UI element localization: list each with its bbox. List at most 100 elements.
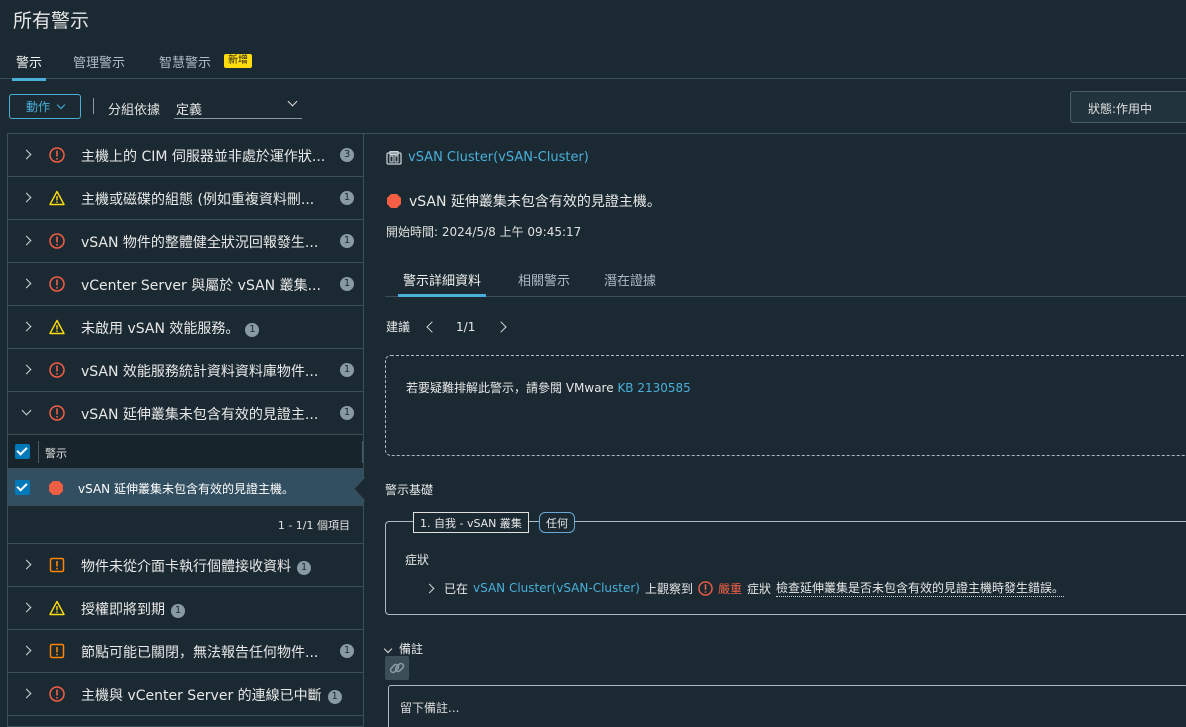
critical-alert-icon	[698, 580, 713, 596]
alarm-group-row[interactable]: 主機或磁碟的組態 (例如重複資料刪... 1	[8, 177, 363, 220]
table-row[interactable]: vSAN 延伸叢集未包含有效的見證主機。	[8, 469, 363, 506]
actions-button[interactable]: 動作	[9, 94, 81, 119]
count-badge: 1	[340, 406, 354, 420]
cluster-icon	[386, 150, 402, 165]
alarm-group-label: vSAN 物件的整體健全狀況回報發生...	[81, 235, 319, 251]
alarm-group-row[interactable]: vSAN 物件的整體健全狀況回報發生... 1	[8, 220, 363, 263]
chevron-down-icon[interactable]	[21, 405, 32, 416]
chevron-right-icon[interactable]	[424, 583, 435, 593]
link-button[interactable]	[385, 656, 409, 680]
alarm-group-label: 未啟用 vSAN 效能服務。 1	[81, 318, 260, 338]
notes-input[interactable]	[388, 685, 1186, 727]
sub-table-header: 警示	[8, 435, 363, 469]
chevron-right-icon[interactable]	[21, 602, 32, 613]
group-by-select[interactable]: 定義	[174, 95, 302, 119]
chevron-down-icon	[56, 100, 66, 110]
basis-scope-chip: 1. 自我 - vSAN 叢集	[413, 512, 529, 533]
new-badge: 新增	[224, 54, 252, 68]
symptom-object-link[interactable]: vSAN Cluster(vSAN-Cluster)	[473, 581, 640, 595]
pagination-text: 1 - 1/1 個項目	[277, 519, 350, 532]
select-all-checkbox[interactable]	[15, 444, 30, 459]
symptom-severity: 嚴重	[717, 581, 742, 596]
recommendation-text: 若要疑難排解此警示，請參閱 VMware KB 2130585	[406, 379, 691, 396]
alarm-group-row[interactable]: 主機上的 CIM 伺服器並非處於運作狀... 3	[8, 134, 363, 177]
recommendation-pager: 建議 1/1	[386, 318, 507, 335]
count-badge: 1	[327, 690, 342, 704]
critical-alert-icon	[49, 405, 65, 421]
warning-triangle-icon	[49, 600, 65, 616]
group-by-value: 定義	[176, 103, 203, 118]
symptom-definition[interactable]: 檢查延伸叢集是否未包含有效的見證主機時發生錯誤。	[776, 579, 1065, 597]
alarm-group-row[interactable]: vCenter Server 與屬於 vSAN 叢集... 1	[8, 263, 363, 306]
alarm-group-label: 節點可能已關閉，無法報告任何物件...	[81, 645, 319, 661]
alarm-group-label: 授權即將到期 1	[81, 599, 185, 619]
alarm-detail-panel: vSAN Cluster(vSAN-Cluster) vSAN 延伸叢集未包含有…	[364, 133, 1186, 727]
chevron-right-icon[interactable]	[21, 192, 32, 203]
cluster-link-text[interactable]: vSAN Cluster(vSAN-Cluster)	[408, 150, 589, 165]
chevron-right-icon[interactable]	[21, 149, 32, 160]
critical-octagon-icon	[49, 481, 63, 495]
notes-label: 備註	[399, 642, 424, 656]
symptom-observed: 上觀察到	[644, 581, 693, 596]
count-badge: 1	[171, 604, 185, 618]
selection-pointer	[353, 477, 365, 501]
critical-octagon-icon	[387, 194, 401, 208]
alarm-group-label: vSAN 延伸叢集未包含有效的見證主...	[81, 407, 319, 423]
alarm-group-row[interactable]: 主機與 vCenter Server 的連線已中斷 1	[8, 673, 363, 716]
recommendation-body: 若要疑難排解此警示，請參閱 VMware	[406, 381, 614, 395]
alarm-group-row[interactable]: vSAN 效能服務統計資料資料庫物件... 1	[8, 349, 363, 392]
chevron-right-icon[interactable]	[21, 688, 32, 699]
tab-related-alarms[interactable]: 相關警示	[518, 270, 570, 289]
symptom-prefix: 已在	[444, 581, 469, 596]
alarm-group-text: 授權即將到期	[81, 602, 165, 618]
alarm-group-label: 物件未從介面卡執行個體接收資料 1	[81, 556, 311, 576]
kb-link[interactable]: KB 2130585	[617, 381, 690, 395]
alarm-group-row[interactable]: 節點可能已關閉，無法報告任何物件... 1	[8, 630, 363, 673]
chevron-right-icon[interactable]	[21, 645, 32, 656]
chevron-right-icon[interactable]	[495, 320, 507, 333]
symptom-word: 症狀	[747, 581, 772, 596]
count-badge: 1	[340, 363, 354, 377]
tab-manage-alarms[interactable]: 管理警示	[73, 52, 125, 71]
count-badge: 1	[297, 561, 311, 575]
count-badge: 3	[340, 148, 354, 162]
chevron-right-icon[interactable]	[21, 364, 32, 375]
alarm-group-text: 主機與 vCenter Server 的連線已中斷	[81, 688, 322, 704]
chevron-left-icon[interactable]	[426, 320, 438, 333]
tab-potential-evidence[interactable]: 潛在證據	[604, 270, 656, 289]
alarm-group-row[interactable]: 授權即將到期 1	[8, 587, 363, 630]
tab-alarm-details[interactable]: 警示詳細資料	[397, 270, 487, 297]
alarm-basis-box: 1. 自我 - vSAN 叢集 任何 症狀 已在 vSAN Cluster(vS…	[385, 512, 1186, 615]
toolbar: 動作 分組依據 定義 狀態:作用中	[0, 86, 1186, 128]
warning-triangle-icon	[49, 319, 65, 335]
alarm-group-row[interactable]: 未啟用 vSAN 效能服務。 1	[8, 306, 363, 349]
alarm-group-row[interactable]: vSAN 延伸叢集未包含有效的見證主... 1	[8, 392, 363, 435]
cluster-link[interactable]: vSAN Cluster(vSAN-Cluster)	[386, 150, 589, 165]
row-checkbox[interactable]	[15, 480, 30, 495]
alarm-title: vSAN 延伸叢集未包含有效的見證主機。	[386, 191, 661, 211]
tab-alarms[interactable]: 警示	[11, 52, 47, 81]
detail-tabs: 警示詳細資料 相關警示 潛在證據	[385, 258, 1186, 297]
alarm-group-row[interactable]: 物件未從介面卡執行個體接收資料 1	[8, 544, 363, 587]
chevron-right-icon[interactable]	[21, 235, 32, 246]
start-time: 開始時間: 2024/5/8 上午 09:45:17	[386, 225, 582, 239]
chevron-right-icon[interactable]	[21, 278, 32, 289]
critical-alert-icon	[49, 233, 65, 249]
alarm-basis-label: 警示基礎	[385, 483, 434, 497]
notes-toggle[interactable]: 備註	[383, 640, 424, 657]
chevron-right-icon[interactable]	[21, 321, 32, 332]
divider	[93, 98, 94, 114]
column-header-alarm: 警示	[45, 447, 67, 460]
chevron-right-icon[interactable]	[21, 559, 32, 570]
tab-smart-alarms[interactable]: 智慧警示	[159, 52, 211, 71]
chevron-down-icon	[287, 96, 298, 107]
alarm-group-label: vCenter Server 與屬於 vSAN 叢集...	[81, 278, 321, 294]
alarm-name[interactable]: vSAN 延伸叢集未包含有效的見證主機。	[78, 480, 294, 497]
column-divider	[362, 441, 363, 463]
status-filter[interactable]: 狀態:作用中	[1070, 91, 1186, 123]
alarm-group-text: 物件未從介面卡執行個體接收資料	[81, 559, 291, 575]
alarm-group-label: 主機或磁碟的組態 (例如重複資料刪...	[81, 192, 315, 208]
critical-alert-icon	[49, 276, 65, 292]
immediate-alert-icon	[49, 557, 65, 573]
column-divider	[38, 441, 39, 463]
